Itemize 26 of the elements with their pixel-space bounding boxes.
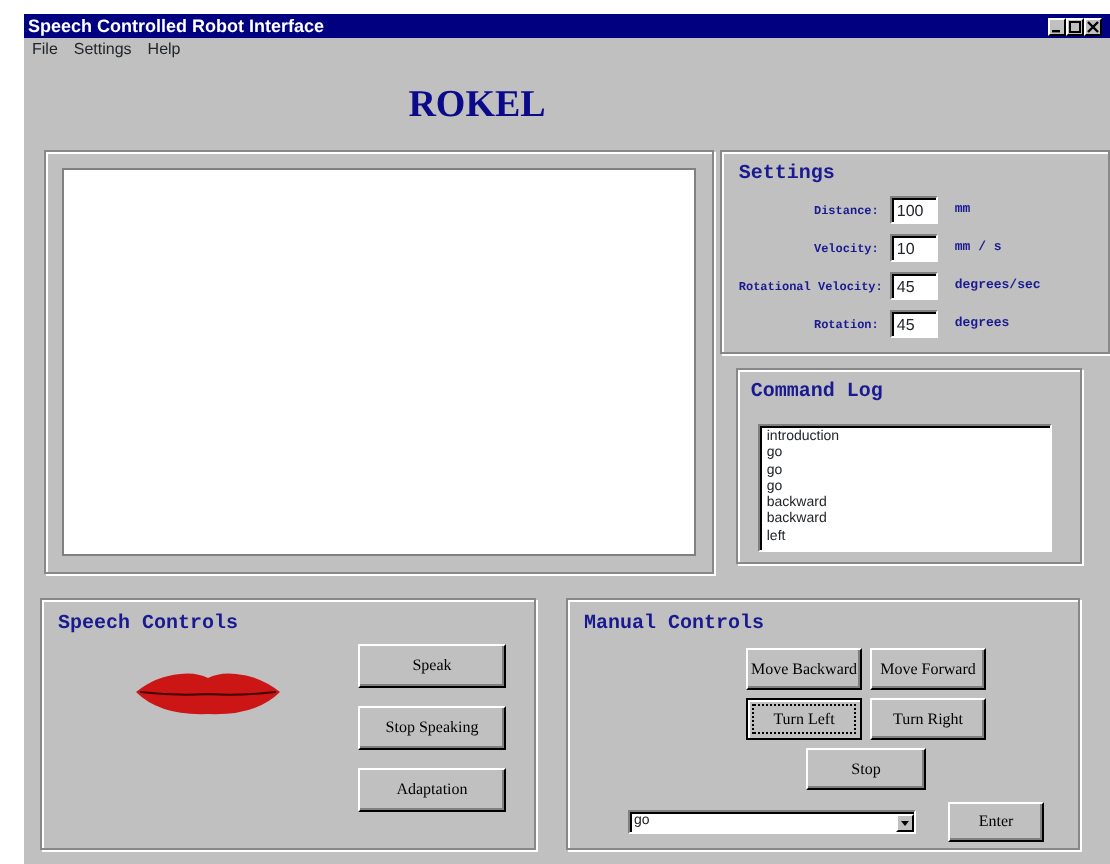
speech-button[interactable]: Adaptation xyxy=(358,768,506,812)
setting-input[interactable]: 45 xyxy=(890,310,939,338)
setting-input[interactable]: 45 xyxy=(890,272,939,300)
minimize-icon[interactable] xyxy=(1048,17,1066,35)
panel-title: Speech Controls xyxy=(58,611,241,640)
close-icon[interactable] xyxy=(1084,17,1102,35)
window-title: Speech Controlled Robot Interface xyxy=(28,14,327,38)
control-button[interactable]: Stop xyxy=(806,748,926,790)
enter-button[interactable]: Enter xyxy=(948,802,1044,842)
app-heading: ROKEL xyxy=(406,82,548,130)
control-button[interactable]: Turn Right xyxy=(870,698,986,740)
lips-icon xyxy=(136,672,280,716)
panel-title: Command Log xyxy=(750,379,885,408)
control-button[interactable]: Move Backward xyxy=(746,648,862,690)
setting-input[interactable]: 100 xyxy=(890,196,939,224)
maximize-icon[interactable] xyxy=(1066,17,1084,35)
setting-input[interactable]: 10 xyxy=(890,234,939,262)
panel-title: Manual Controls xyxy=(584,611,767,640)
panel-title: Settings xyxy=(738,161,837,190)
speech-button[interactable]: Speak xyxy=(358,644,506,688)
control-button[interactable]: Move Forward xyxy=(870,648,986,690)
speech-button[interactable]: Stop Speaking xyxy=(358,706,506,750)
menu-item[interactable]: File xyxy=(32,38,58,62)
menu-item[interactable]: Settings xyxy=(73,38,132,62)
control-button[interactable]: Turn Left xyxy=(746,698,862,740)
menu-item[interactable]: Help xyxy=(147,38,181,62)
